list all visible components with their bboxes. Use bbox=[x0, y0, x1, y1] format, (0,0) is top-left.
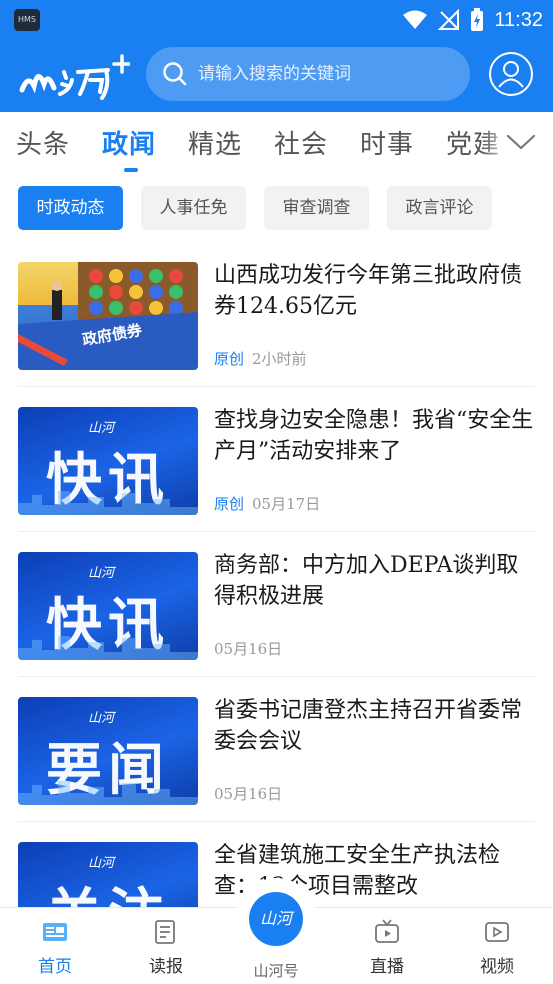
tab-shehui[interactable]: 社会 bbox=[274, 124, 328, 161]
nav-shanhehao-label[interactable]: 山河号 bbox=[234, 960, 318, 981]
profile-button[interactable] bbox=[489, 52, 533, 96]
abacus-image bbox=[18, 262, 198, 370]
app-header: HMS 11:32 请输入搜索的关键词 bbox=[0, 0, 553, 112]
search-icon bbox=[163, 62, 187, 86]
news-title[interactable]: 山西成功发行今年第三批政府债券124.65亿元 bbox=[214, 260, 536, 322]
news-thumbnail: 政府债券 bbox=[18, 262, 198, 370]
skyline-graphic bbox=[18, 781, 198, 805]
category-tabs: 头条 政闻 精选 社会 时事 党建 bbox=[0, 112, 553, 174]
news-meta: 原创 2小时前 bbox=[214, 348, 307, 369]
news-meta: 05月16日 bbox=[214, 783, 282, 804]
nav-read-paper[interactable]: 读报 bbox=[121, 908, 211, 984]
search-placeholder: 请输入搜索的关键词 bbox=[198, 64, 351, 84]
user-icon bbox=[498, 61, 524, 88]
chip-shizheng[interactable]: 时政动态 bbox=[18, 186, 123, 230]
news-thumbnail: 山河 快讯 bbox=[18, 552, 198, 660]
news-item[interactable]: 山河 快讯 商务部：中方加入DEPA谈判取得积极进展 05月16日 bbox=[0, 532, 553, 677]
news-source: 原创 bbox=[214, 350, 245, 368]
news-time: 05月17日 bbox=[252, 495, 321, 513]
tab-jingxuan[interactable]: 精选 bbox=[188, 124, 242, 161]
search-bar[interactable]: 请输入搜索的关键词 bbox=[146, 47, 470, 101]
nav-label: 视频 bbox=[480, 957, 514, 977]
wifi-icon bbox=[403, 10, 428, 29]
top-bar: 请输入搜索的关键词 bbox=[0, 40, 553, 112]
status-time: 11:32 bbox=[494, 8, 543, 31]
news-title[interactable]: 省委书记唐登杰主持召开省委常委会会议 bbox=[214, 695, 536, 757]
play-icon bbox=[485, 922, 509, 942]
status-bar: HMS 11:32 bbox=[0, 0, 553, 40]
news-time: 05月16日 bbox=[214, 640, 283, 658]
news-thumbnail: 山河 要闻 bbox=[18, 697, 198, 805]
battery-charging-icon bbox=[471, 8, 484, 31]
nav-label: 读报 bbox=[149, 957, 183, 977]
news-source: 原创 bbox=[214, 495, 245, 513]
skyline-graphic bbox=[18, 491, 198, 515]
news-item[interactable]: 山河 要闻 省委书记唐登杰主持召开省委常委会会议 05月16日 bbox=[0, 677, 553, 822]
tv-icon bbox=[375, 919, 399, 943]
nav-video[interactable]: 视频 bbox=[452, 908, 542, 984]
thumb-logo: 山河 bbox=[88, 856, 115, 871]
newspaper-icon bbox=[43, 923, 67, 941]
chip-renshi[interactable]: 人事任免 bbox=[141, 186, 246, 230]
tab-zhengwen[interactable]: 政闻 bbox=[102, 124, 156, 161]
thumb-logo: 山河 bbox=[88, 421, 115, 436]
thumb-logo: 山河 bbox=[88, 711, 115, 726]
nav-label: 直播 bbox=[370, 957, 404, 977]
tab-toutiao[interactable]: 头条 bbox=[16, 124, 70, 161]
bottom-nav: 首页 读报 山河 山河号 直播 视频 bbox=[0, 878, 553, 984]
news-item[interactable]: 山河 快讯 查找身边安全隐患！我省“安全生产月”活动安排来了 原创 05月17日 bbox=[0, 387, 553, 532]
chevron-down-icon[interactable] bbox=[505, 128, 537, 156]
nav-label: 首页 bbox=[38, 957, 72, 977]
tab-shishi[interactable]: 时事 bbox=[360, 124, 414, 161]
hms-badge: HMS bbox=[14, 9, 40, 31]
shanhe-logo-button[interactable]: 山河 bbox=[249, 892, 303, 946]
sub-category-chips: 时政动态 人事任免 审查调查 政言评论 bbox=[0, 184, 553, 232]
skyline-graphic bbox=[18, 636, 198, 660]
no-signal-icon bbox=[438, 9, 460, 30]
news-item[interactable]: 政府债券 山西成功发行今年第三批政府债券124.65亿元 原创 2小时前 bbox=[0, 242, 553, 387]
news-title[interactable]: 查找身边安全隐患！我省“安全生产月”活动安排来了 bbox=[214, 405, 536, 467]
status-icons: 11:32 bbox=[402, 6, 543, 34]
nav-live[interactable]: 直播 bbox=[342, 908, 432, 984]
news-title[interactable]: 商务部：中方加入DEPA谈判取得积极进展 bbox=[214, 550, 536, 612]
news-time: 2小时前 bbox=[252, 350, 307, 368]
active-tab-indicator bbox=[124, 168, 138, 172]
thumb-logo: 山河 bbox=[88, 566, 115, 581]
news-time: 05月16日 bbox=[214, 785, 283, 803]
app-logo[interactable] bbox=[18, 50, 130, 104]
chip-zhengyan[interactable]: 政言评论 bbox=[387, 186, 492, 230]
news-meta: 原创 05月17日 bbox=[214, 493, 320, 514]
news-meta: 05月16日 bbox=[214, 638, 282, 659]
chip-shencha[interactable]: 审查调查 bbox=[264, 186, 369, 230]
nav-home[interactable]: 首页 bbox=[10, 908, 100, 984]
document-icon bbox=[155, 920, 175, 944]
news-thumbnail: 山河 快讯 bbox=[18, 407, 198, 515]
